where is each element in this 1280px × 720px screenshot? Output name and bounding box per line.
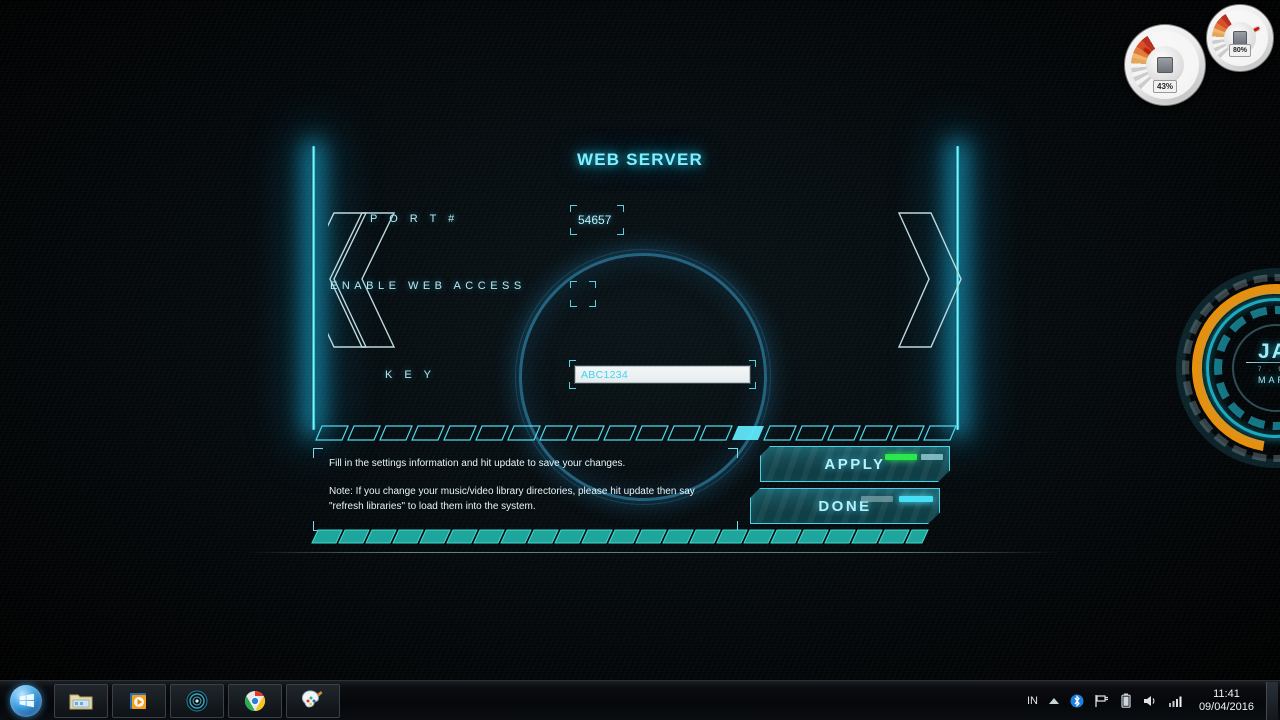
network-signal-icon[interactable] bbox=[1163, 694, 1189, 708]
jarvis-icon bbox=[186, 690, 208, 711]
taskbar-jarvis-app[interactable] bbox=[170, 683, 224, 718]
panel-bottom-bar bbox=[311, 529, 929, 544]
volume-icon[interactable] bbox=[1137, 694, 1163, 708]
instructions-line-2: Note: If you change your music/video lib… bbox=[329, 486, 695, 512]
apply-status-led bbox=[885, 454, 917, 460]
media-player-icon bbox=[130, 692, 146, 709]
left-glow-bar bbox=[311, 146, 316, 430]
clock-time: 11:41 bbox=[1213, 687, 1240, 700]
done-secondary-led bbox=[861, 496, 893, 502]
clock[interactable]: 11:41 09/04/2016 bbox=[1189, 688, 1262, 714]
info-panel: Fill in the settings information and hit… bbox=[310, 424, 960, 552]
apply-secondary-led bbox=[921, 454, 943, 460]
start-button[interactable] bbox=[2, 682, 50, 720]
paint-icon bbox=[301, 689, 323, 708]
web-server-settings-screen: WEB SERVER P O R T # 54657 ENABLE WEB AC… bbox=[0, 0, 1280, 680]
action-center-flag-icon[interactable] bbox=[1089, 694, 1115, 708]
battery-icon[interactable] bbox=[1115, 693, 1137, 709]
key-row: K E Y ABC1234 bbox=[385, 273, 860, 389]
chrome-icon bbox=[244, 690, 266, 711]
windows-logo-icon bbox=[10, 684, 42, 717]
done-button[interactable]: DONE bbox=[750, 488, 940, 524]
horizon-divider bbox=[245, 552, 1060, 553]
settings-form: P O R T # 54657 ENABLE WEB ACCESS K E Y … bbox=[330, 205, 860, 389]
done-status-led bbox=[899, 496, 933, 502]
enable-web-access-row: ENABLE WEB ACCESS bbox=[330, 239, 860, 307]
show-desktop-button[interactable] bbox=[1266, 681, 1278, 720]
chevron-up-icon bbox=[1048, 697, 1059, 704]
instructions-line-1: Fill in the settings information and hit… bbox=[329, 458, 626, 469]
taskbar-google-chrome[interactable] bbox=[228, 683, 282, 718]
next-page-chevron[interactable] bbox=[893, 211, 963, 356]
taskbar-paint[interactable] bbox=[286, 683, 340, 718]
system-tray: IN 11:41 09/04/2016 bbox=[1022, 681, 1280, 720]
language-indicator[interactable]: IN bbox=[1022, 695, 1043, 707]
page-title: WEB SERVER bbox=[577, 150, 703, 169]
taskbar-windows-media-player[interactable] bbox=[112, 683, 166, 718]
show-hidden-icons-button[interactable] bbox=[1043, 696, 1065, 706]
bluetooth-icon[interactable] bbox=[1065, 693, 1089, 709]
key-input[interactable]: ABC1234 bbox=[575, 366, 750, 383]
clock-date: 09/04/2016 bbox=[1198, 700, 1254, 713]
port-row: P O R T # 54657 bbox=[370, 205, 860, 239]
panel-top-slats bbox=[315, 425, 957, 441]
instructions-text: Fill in the settings information and hit… bbox=[329, 456, 729, 514]
port-input[interactable]: 54657 bbox=[578, 213, 611, 227]
windows-taskbar: IN 11:41 09/04/2016 bbox=[0, 680, 1280, 720]
apply-button[interactable]: APPLY bbox=[760, 446, 950, 482]
taskbar-file-explorer[interactable] bbox=[54, 683, 108, 718]
file-explorer-icon bbox=[69, 694, 93, 709]
apply-button-label: APPLY bbox=[824, 455, 886, 473]
key-input-value: ABC1234 bbox=[581, 369, 629, 381]
